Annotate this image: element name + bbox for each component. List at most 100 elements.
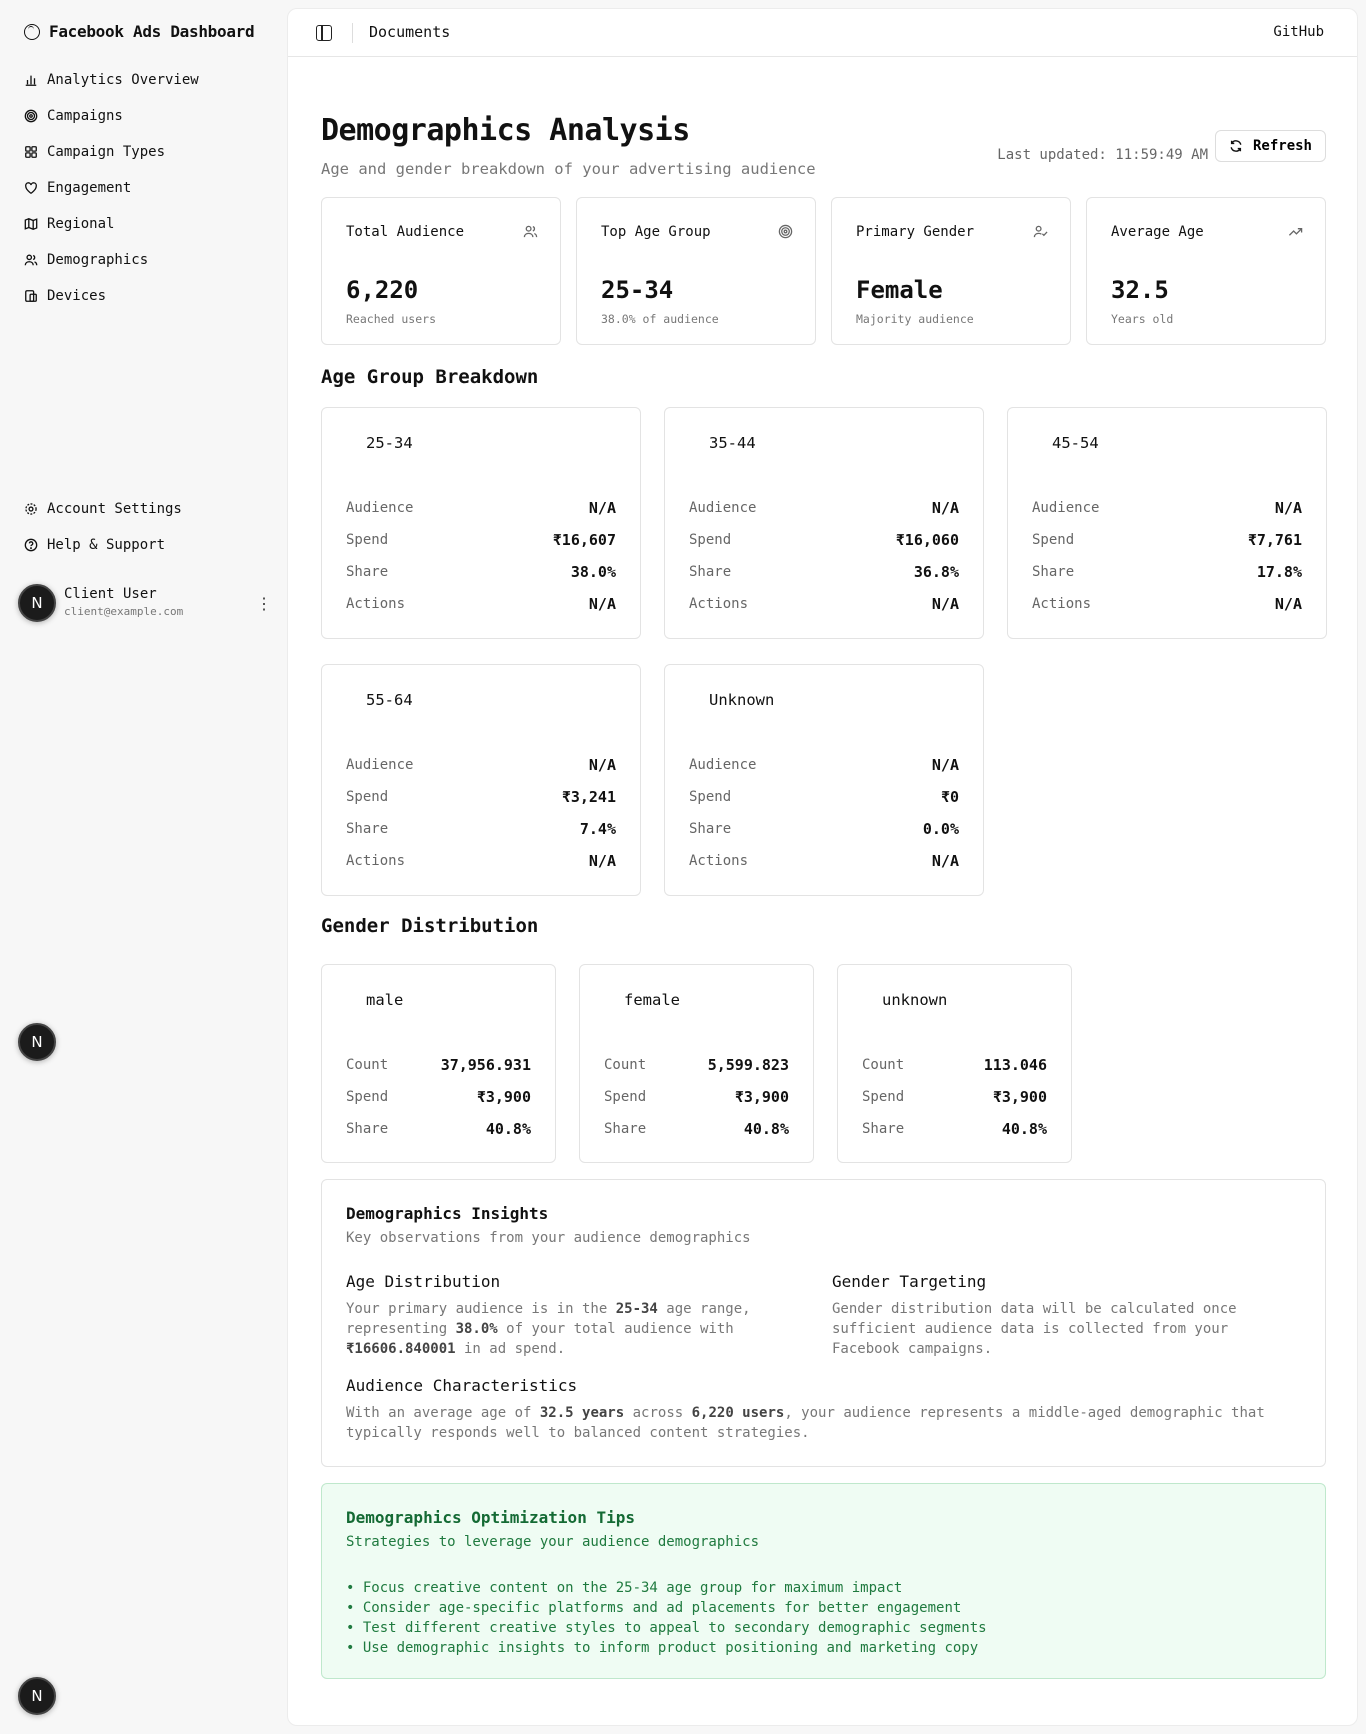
age-group-name: Unknown — [709, 691, 775, 709]
metric-label: Share — [346, 1121, 389, 1137]
user-check-icon — [1033, 225, 1048, 238]
metric-value: 0.0% — [922, 820, 959, 838]
insight-heading: Gender Targeting — [832, 1272, 987, 1291]
metric-row: Audience N/A — [1032, 492, 1302, 524]
stat-card-top-age-group: Top Age Group 25-34 38.0% of audience — [576, 197, 816, 345]
gender-section-title: Gender Distribution — [321, 915, 539, 937]
metric-label: Audience — [689, 500, 757, 516]
metric-label: Spend — [346, 532, 389, 548]
github-link[interactable]: GitHub — [1273, 24, 1324, 40]
sidebar-item-help-support[interactable]: Help & Support — [24, 527, 182, 563]
stat-hint: Reached users — [346, 312, 437, 326]
metric-value: 113.046 — [983, 1056, 1047, 1074]
refresh-button[interactable]: Refresh — [1215, 130, 1326, 162]
sidebar-item-regional[interactable]: Regional — [24, 206, 199, 242]
metric-label: Spend — [346, 789, 389, 805]
sidebar-item-analytics-overview[interactable]: Analytics Overview — [24, 62, 199, 98]
metric-row: Spend ₹16,607 — [346, 524, 616, 556]
metric-row: Share 40.8% — [604, 1113, 789, 1145]
sidebar-item-label: Devices — [47, 288, 107, 304]
sidebar-item-account-settings[interactable]: Account Settings — [24, 491, 182, 527]
metric-label: Share — [604, 1121, 647, 1137]
users-icon — [523, 225, 538, 238]
sidebar-item-campaign-types[interactable]: Campaign Types — [24, 134, 199, 170]
metric-label: Spend — [346, 1089, 389, 1105]
metric-value: 36.8% — [913, 563, 959, 581]
metric-label: Share — [1032, 564, 1075, 580]
metric-row: Actions N/A — [346, 588, 616, 620]
insights-title: Demographics Insights — [346, 1204, 549, 1223]
last-updated: Last updated: 11:59:49 AM — [997, 147, 1208, 163]
age-group-rows: Audience N/A Spend ₹3,241 Share 7.4% Action… — [346, 749, 616, 877]
age-group-card: Unknown Audience N/A Spend ₹0 Share 0.0% Ac… — [664, 664, 984, 896]
avatar[interactable]: N — [18, 584, 56, 622]
more-vertical-icon[interactable]: ⋮ — [256, 594, 272, 613]
brand[interactable]: Facebook Ads Dashboard — [24, 22, 255, 41]
gender-name: male — [366, 991, 404, 1009]
metric-label: Count — [862, 1057, 905, 1073]
metric-row: Share 7.4% — [346, 813, 616, 845]
floating-avatar[interactable]: N — [18, 1023, 56, 1061]
logo-icon — [24, 23, 40, 40]
sidebar-item-demographics[interactable]: Demographics — [24, 242, 199, 278]
user-profile[interactable]: N Client User client@example.com ⋮ — [18, 583, 272, 623]
brand-title: Facebook Ads Dashboard — [49, 22, 255, 41]
tips-title: Demographics Optimization Tips — [346, 1508, 635, 1527]
metric-row: Actions N/A — [1032, 588, 1302, 620]
insight-heading: Age Distribution — [346, 1272, 501, 1291]
stat-label: Primary Gender — [856, 224, 975, 240]
age-group-rows: Audience N/A Spend ₹16,060 Share 36.8% Acti… — [689, 492, 959, 620]
metric-label: Audience — [346, 757, 414, 773]
metric-value: N/A — [1274, 499, 1302, 517]
metric-label: Share — [689, 564, 732, 580]
metric-label: Audience — [689, 757, 757, 773]
gender-card: unknown Count 113.046 Spend ₹3,900 Share 40… — [837, 964, 1072, 1163]
breadcrumb[interactable]: Documents — [369, 23, 450, 41]
metric-value: N/A — [588, 756, 616, 774]
metric-label: Share — [346, 821, 389, 837]
sidebar-item-engagement[interactable]: Engagement — [24, 170, 199, 206]
user-info: Client User client@example.com — [64, 586, 183, 620]
heart-icon — [25, 182, 37, 195]
metric-row: Share 36.8% — [689, 556, 959, 588]
age-group-card: 55-64 Audience N/A Spend ₹3,241 Share 7.4% … — [321, 664, 641, 896]
metric-value: 37,956.931 — [440, 1056, 531, 1074]
target-icon — [24, 109, 38, 123]
sidebar-item-label: Account Settings — [47, 501, 182, 517]
grid-icon — [25, 146, 37, 158]
devices-icon — [25, 290, 37, 302]
age-group-rows: Audience N/A Spend ₹7,761 Share 17.8% Actio… — [1032, 492, 1302, 620]
sidebar-item-campaigns[interactable]: Campaigns — [24, 98, 199, 134]
target-icon — [778, 224, 793, 239]
sidebar-nav: Analytics Overview Campaigns Campaign Ty… — [24, 62, 199, 314]
user-email: client@example.com — [64, 605, 184, 618]
stat-hint: Years old — [1111, 312, 1174, 326]
metric-value: N/A — [588, 852, 616, 870]
metric-label: Audience — [1032, 500, 1100, 516]
metric-value: ₹3,241 — [561, 788, 616, 806]
sidebar-item-label: Demographics — [47, 252, 149, 268]
sidebar-item-label: Campaign Types — [47, 144, 166, 160]
page-subtitle: Age and gender breakdown of your adverti… — [321, 160, 816, 178]
gear-icon — [25, 503, 37, 515]
metric-row: Actions N/A — [346, 845, 616, 877]
sidebar-item-label: Engagement — [47, 180, 132, 196]
metric-value: N/A — [931, 595, 959, 613]
floating-avatar[interactable]: N — [18, 1677, 56, 1715]
help-circle-icon — [24, 538, 38, 552]
metric-row: Share 38.0% — [346, 556, 616, 588]
gender-card: male Count 37,956.931 Spend ₹3,900 Share 40… — [321, 964, 556, 1163]
metric-row: Share 40.8% — [346, 1113, 531, 1145]
metric-value: N/A — [1274, 595, 1302, 613]
list-item: Consider age-specific platforms and ad p… — [346, 1598, 987, 1618]
stat-hint: 38.0% of audience — [601, 312, 719, 326]
age-group-card: 45-54 Audience N/A Spend ₹7,761 Share 17.8%… — [1007, 407, 1327, 639]
sidebar-secondary-nav: Account Settings Help & Support — [24, 491, 182, 563]
metric-label: Spend — [862, 1089, 905, 1105]
age-group-name: 45-54 — [1052, 434, 1099, 452]
sidebar-item-devices[interactable]: Devices — [24, 278, 199, 314]
sidebar-toggle-icon[interactable] — [316, 25, 332, 41]
metric-value: 40.8% — [1001, 1120, 1047, 1138]
metric-label: Actions — [689, 596, 749, 612]
user-name: Client User — [64, 586, 157, 602]
